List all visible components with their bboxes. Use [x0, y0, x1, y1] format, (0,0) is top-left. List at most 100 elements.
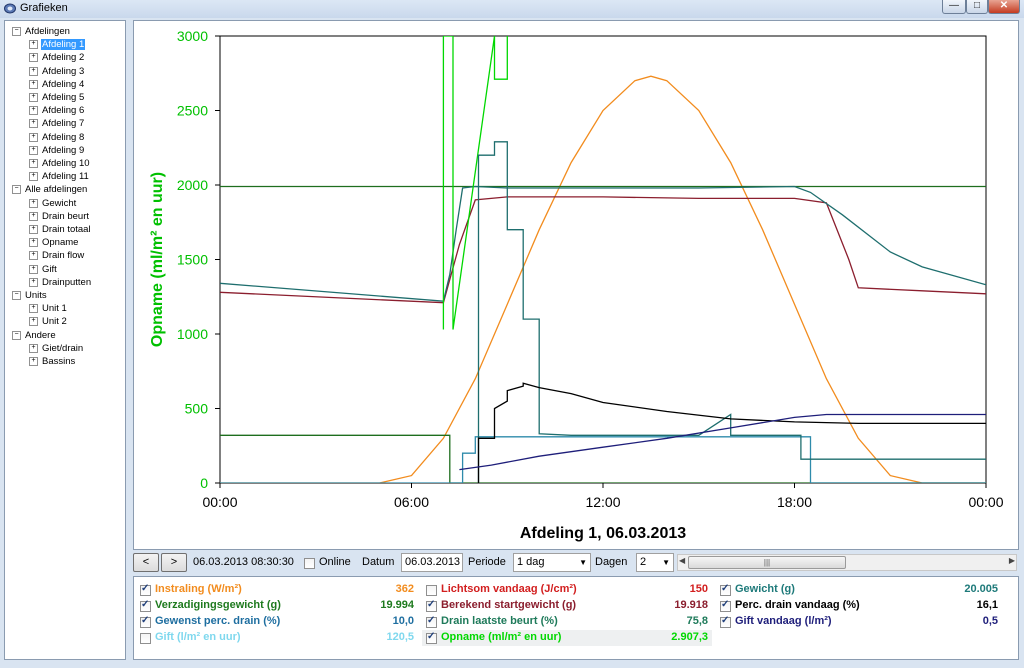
legend-checkbox[interactable]: [140, 583, 151, 596]
tree-item[interactable]: + Gewicht: [29, 197, 77, 210]
close-button[interactable]: ✕: [988, 0, 1020, 14]
tree-item[interactable]: + Afdeling 9: [29, 144, 85, 157]
tree-item-label: Gift: [42, 263, 57, 275]
tree-item[interactable]: + Drain beurt: [29, 210, 90, 223]
legend-series-name: Gewenst perc. drain (%): [155, 615, 281, 627]
legend-checkbox[interactable]: [426, 615, 437, 628]
expand-icon[interactable]: +: [29, 211, 38, 221]
tree-item-label: Afdeling 8: [42, 131, 85, 143]
expand-icon[interactable]: +: [29, 251, 38, 261]
legend-checkbox[interactable]: [720, 615, 731, 628]
scroll-left-icon[interactable]: ◀: [679, 556, 685, 565]
online-checkbox[interactable]: [304, 558, 315, 569]
app-icon: [4, 3, 16, 14]
collapse-icon[interactable]: −: [12, 291, 21, 300]
collapse-icon[interactable]: −: [12, 27, 21, 36]
tree-item-label: Drain flow: [42, 250, 85, 262]
tree-item[interactable]: + Afdeling 5: [29, 91, 85, 104]
expand-icon[interactable]: +: [29, 198, 38, 208]
tree-item[interactable]: − Units: [12, 289, 48, 302]
tree-item[interactable]: + Drain totaal: [29, 223, 92, 236]
collapse-icon[interactable]: −: [12, 185, 21, 195]
legend-checkbox[interactable]: [426, 599, 437, 612]
tree-item[interactable]: + Afdeling 1: [29, 38, 86, 51]
expand-icon[interactable]: +: [29, 93, 38, 102]
collapse-icon[interactable]: −: [12, 330, 21, 340]
tree-item[interactable]: + Afdeling 8: [29, 131, 85, 144]
expand-icon[interactable]: +: [29, 53, 38, 63]
tree-item[interactable]: + Afdeling 10: [29, 157, 91, 170]
tree-item[interactable]: + Afdeling 7: [29, 117, 85, 130]
expand-icon[interactable]: +: [29, 304, 38, 314]
expand-icon[interactable]: +: [29, 119, 38, 129]
expand-icon[interactable]: +: [29, 225, 38, 234]
scroll-thumb[interactable]: |||: [688, 556, 846, 569]
legend-series-value: 120,5: [386, 631, 414, 643]
tree-item[interactable]: + Giet/drain: [29, 342, 84, 355]
plot-area: [219, 35, 987, 484]
expand-icon[interactable]: +: [29, 357, 38, 366]
maximize-icon: □: [973, 0, 981, 11]
legend-series-value: 75,8: [686, 615, 708, 627]
expand-icon[interactable]: +: [29, 343, 38, 353]
legend-checkbox[interactable]: [720, 599, 731, 612]
legend-item: Perc. drain vandaag (%) 16,1: [716, 598, 1016, 614]
periode-label: Periode: [468, 556, 506, 568]
tree-item[interactable]: + Unit 1: [29, 302, 68, 315]
expand-icon[interactable]: +: [29, 106, 38, 116]
expand-icon[interactable]: +: [29, 277, 38, 287]
legend-series-name: Verzadigingsgewicht (g): [155, 599, 281, 611]
legend-checkbox[interactable]: [140, 615, 151, 628]
tree-item[interactable]: + Unit 2: [29, 315, 68, 328]
expand-icon[interactable]: +: [29, 238, 38, 248]
tree-item[interactable]: − Andere: [12, 329, 57, 342]
tree-item[interactable]: + Afdeling 6: [29, 104, 85, 117]
scroll-right-icon[interactable]: ▶: [1009, 556, 1015, 565]
tree-item[interactable]: + Gift: [29, 263, 58, 276]
tree-item[interactable]: + Drainputten: [29, 276, 92, 289]
legend-series-value: 362: [395, 583, 414, 595]
legend-checkbox[interactable]: [426, 631, 437, 644]
line-chart: 0 500 1000 1500 2000 2500 3000 00:00 06:00 12:00 1…: [149, 28, 1004, 542]
tree-item[interactable]: + Afdeling 4: [29, 78, 85, 91]
tree-item-label: Afdeling 2: [42, 52, 85, 64]
tree-item[interactable]: − Alle afdelingen: [12, 183, 88, 196]
tree-item[interactable]: + Drain flow: [29, 249, 85, 262]
next-button[interactable]: >: [161, 553, 187, 572]
tree-item-label: Alle afdelingen: [25, 184, 88, 196]
expand-icon[interactable]: +: [29, 79, 38, 89]
legend-checkbox[interactable]: [426, 585, 437, 596]
expand-icon[interactable]: +: [29, 132, 38, 142]
y-tick-label: 1500: [177, 252, 208, 268]
navigation-tree[interactable]: − Afdelingen + Afdeling 1 + Afdeling 2 + Afdeli…: [4, 20, 126, 660]
legend-checkbox[interactable]: [720, 583, 731, 596]
expand-icon[interactable]: +: [29, 264, 38, 274]
expand-icon[interactable]: +: [29, 66, 38, 76]
dagen-label: Dagen: [595, 556, 628, 568]
tree-item-label: Afdeling 6: [42, 105, 85, 117]
legend-checkbox[interactable]: [140, 633, 151, 644]
dagen-select[interactable]: 2 ▼: [636, 553, 674, 572]
tree-item[interactable]: + Bassins: [29, 355, 76, 368]
expand-icon[interactable]: +: [29, 159, 38, 168]
expand-icon[interactable]: +: [29, 40, 38, 50]
legend-series-value: 19.994: [380, 599, 414, 611]
legend-item: Drain laatste beurt (%) 75,8: [422, 614, 712, 630]
expand-icon[interactable]: +: [29, 317, 38, 327]
maximize-button[interactable]: □: [966, 0, 988, 14]
tree-item-label: Opname: [42, 237, 79, 249]
legend-checkbox[interactable]: [140, 599, 151, 612]
tree-item[interactable]: − Afdelingen: [12, 25, 71, 38]
horizontal-scrollbar[interactable]: ◀ ||| ▶: [677, 554, 1017, 571]
periode-select[interactable]: 1 dag ▼: [513, 553, 591, 572]
expand-icon[interactable]: +: [29, 145, 38, 155]
legend-series-name: Lichtsom vandaag (J/cm²): [441, 583, 577, 595]
minimize-button[interactable]: —: [942, 0, 966, 14]
datum-field[interactable]: 06.03.2013: [401, 553, 463, 572]
tree-item[interactable]: + Afdeling 2: [29, 51, 85, 64]
tree-item[interactable]: + Afdeling 3: [29, 65, 85, 78]
tree-item[interactable]: + Afdeling 11: [29, 170, 90, 183]
previous-button[interactable]: <: [133, 553, 159, 572]
expand-icon[interactable]: +: [29, 172, 38, 182]
tree-item[interactable]: + Opname: [29, 236, 79, 249]
